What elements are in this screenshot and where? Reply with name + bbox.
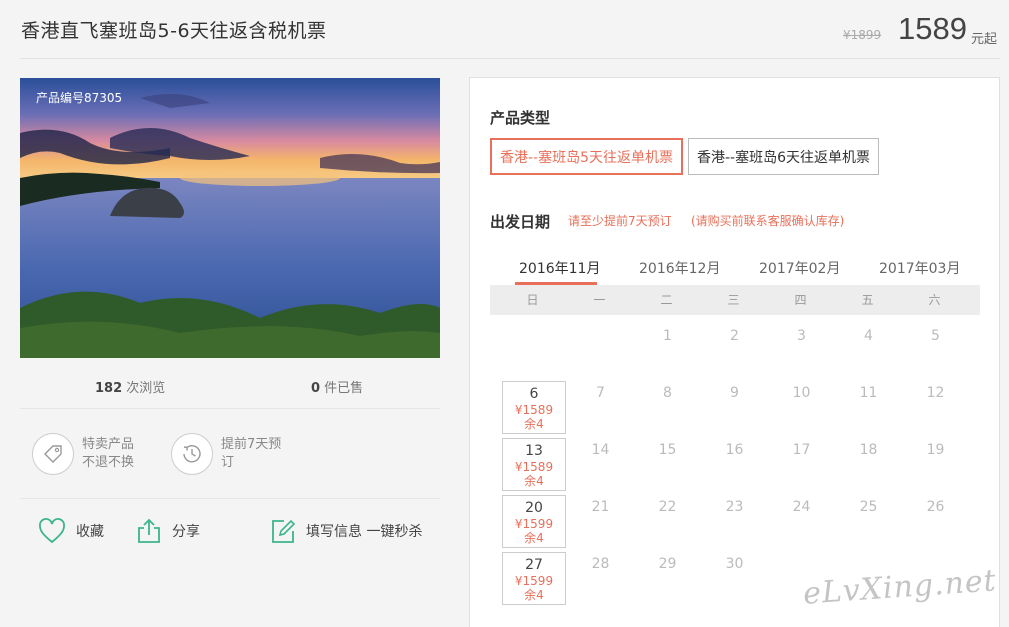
calendar-day: 21 bbox=[591, 499, 610, 515]
calendar-day: 11 bbox=[859, 385, 878, 401]
calendar-day: 7 bbox=[596, 385, 605, 401]
edit-icon bbox=[272, 519, 296, 543]
calendar-day: 24 bbox=[792, 499, 811, 515]
views-label: 次浏览 bbox=[122, 381, 166, 396]
share-button[interactable]: 分享 bbox=[136, 518, 200, 544]
date-number: 27 bbox=[525, 557, 543, 573]
calendar-day: 16 bbox=[725, 442, 744, 458]
feature-text: 提前7天预订 bbox=[221, 437, 282, 470]
original-price: ¥1899 bbox=[843, 28, 882, 42]
calendar-day: 14 bbox=[591, 442, 610, 458]
title-bar: 香港直飞塞班岛5-6天往返含税机票 ¥1899 1589 元起 bbox=[0, 0, 1009, 58]
calendar-day: 17 bbox=[792, 442, 811, 458]
date-price: ¥1589 bbox=[514, 403, 554, 417]
month-tab-2016-12[interactable]: 2016年12月 bbox=[639, 258, 720, 278]
product-type-label: 产品类型 bbox=[490, 109, 551, 127]
price-unit: 元起 bbox=[971, 32, 998, 47]
calendar-day: 28 bbox=[591, 556, 610, 572]
month-tab-2017-03[interactable]: 2017年03月 bbox=[879, 258, 960, 278]
calendar-day: 8 bbox=[663, 385, 672, 401]
weekday-header: 日 一 二 三 四 五 六 bbox=[490, 285, 980, 315]
sold-count: 0 bbox=[311, 381, 321, 396]
date-price: ¥1599 bbox=[514, 517, 554, 531]
weekday-tue: 二 bbox=[660, 293, 673, 307]
calendar-day: 18 bbox=[859, 442, 878, 458]
calendar-day: 30 bbox=[725, 556, 744, 572]
date-stock: 余4 bbox=[524, 474, 544, 488]
date-stock: 余4 bbox=[524, 588, 544, 602]
calendar-day: 2 bbox=[730, 328, 739, 344]
departure-date-label: 出发日期 bbox=[490, 213, 551, 231]
share-label: 分享 bbox=[172, 524, 200, 540]
booking-panel: 产品类型 香港--塞班岛5天往返单机票 香港--塞班岛6天往返单机票 出发日期 … bbox=[469, 77, 1000, 627]
favorite-label: 收藏 bbox=[76, 524, 104, 540]
calendar-day: 22 bbox=[658, 499, 677, 515]
type-option-6day[interactable]: 香港--塞班岛6天往返单机票 bbox=[688, 138, 880, 175]
stock-notice: (请购买前联系客服确认库存) bbox=[691, 214, 845, 228]
date-number: 13 bbox=[525, 443, 543, 459]
calendar-day: 4 bbox=[864, 328, 873, 344]
share-icon bbox=[138, 518, 160, 543]
header-divider bbox=[20, 58, 1000, 59]
weekday-thu: 四 bbox=[794, 293, 807, 307]
date-stock: 余4 bbox=[524, 417, 544, 431]
views-stat: 182 次浏览 bbox=[95, 377, 165, 396]
month-tab-2016-11[interactable]: 2016年11月 bbox=[519, 258, 600, 278]
weekday-wed: 三 bbox=[727, 293, 740, 307]
sunset-seascape-image bbox=[20, 78, 440, 358]
calendar-day: 12 bbox=[926, 385, 945, 401]
calendar-day: 9 bbox=[730, 385, 739, 401]
calendar-day: 19 bbox=[926, 442, 945, 458]
sold-stat: 0 件已售 bbox=[311, 377, 363, 396]
available-date-27[interactable]: 27 ¥1599 余4 bbox=[502, 552, 566, 605]
features-divider bbox=[20, 498, 440, 499]
clock-icon bbox=[171, 433, 213, 475]
weekday-fri: 五 bbox=[861, 293, 874, 307]
calendar-day: 5 bbox=[931, 328, 940, 344]
feature-advance-booking: 提前7天预订 bbox=[171, 433, 285, 475]
feature-no-refund: 特卖产品不退不换 bbox=[32, 433, 146, 475]
weekday-mon: 一 bbox=[593, 293, 606, 307]
sold-label: 件已售 bbox=[320, 381, 364, 396]
calendar-day: 29 bbox=[658, 556, 677, 572]
current-price: 1589 bbox=[898, 11, 967, 46]
date-price: ¥1599 bbox=[514, 574, 554, 588]
date-number: 20 bbox=[525, 500, 543, 516]
favorite-button[interactable]: 收藏 bbox=[38, 518, 104, 544]
month-tab-2017-02[interactable]: 2017年02月 bbox=[759, 258, 840, 278]
calendar-day: 15 bbox=[658, 442, 677, 458]
stats-divider bbox=[20, 408, 440, 409]
product-photo: 产品编号87305 bbox=[20, 78, 440, 358]
tag-icon bbox=[32, 433, 74, 475]
calendar-day: 10 bbox=[792, 385, 811, 401]
available-date-20[interactable]: 20 ¥1599 余4 bbox=[502, 495, 566, 548]
weekday-sun: 日 bbox=[526, 293, 539, 307]
calendar-day: 1 bbox=[663, 328, 672, 344]
calendar-day: 25 bbox=[859, 499, 878, 515]
date-number: 6 bbox=[529, 386, 539, 402]
calendar-day: 23 bbox=[725, 499, 744, 515]
date-price: ¥1589 bbox=[514, 460, 554, 474]
advance-notice: 请至少提前7天预订 bbox=[568, 214, 672, 228]
heart-icon bbox=[39, 518, 65, 544]
weekday-sat: 六 bbox=[928, 293, 941, 307]
quick-order-button[interactable]: 填写信息 一键秒杀 bbox=[270, 518, 422, 544]
quick-order-label: 填写信息 一键秒杀 bbox=[306, 524, 423, 540]
product-number: 产品编号87305 bbox=[36, 91, 123, 105]
views-count: 182 bbox=[95, 381, 123, 396]
type-option-5day[interactable]: 香港--塞班岛5天往返单机票 bbox=[490, 138, 684, 175]
date-stock: 余4 bbox=[524, 531, 544, 545]
available-date-6[interactable]: 6 ¥1589 余4 bbox=[502, 381, 566, 434]
feature-text: 特卖产品不退不换 bbox=[82, 437, 135, 470]
calendar-day: 3 bbox=[797, 328, 806, 344]
page-title: 香港直飞塞班岛5-6天往返含税机票 bbox=[21, 20, 327, 42]
calendar-day: 26 bbox=[926, 499, 945, 515]
available-date-13[interactable]: 13 ¥1589 余4 bbox=[502, 438, 566, 491]
